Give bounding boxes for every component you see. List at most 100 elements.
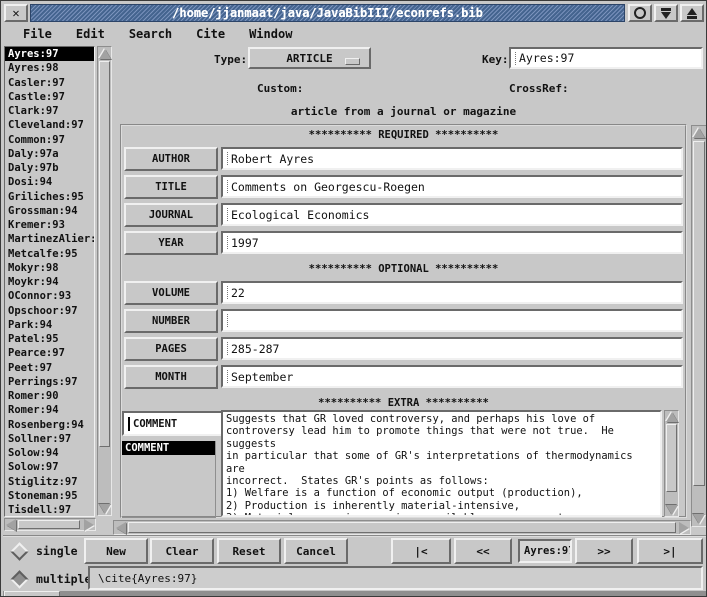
- title-field-button[interactable]: TITLE: [124, 175, 218, 199]
- sidebar-item[interactable]: Cleveland:97: [5, 118, 94, 132]
- sidebar-item[interactable]: Rosenberg:94: [5, 418, 94, 432]
- volume-field[interactable]: 22: [221, 281, 683, 304]
- new-button[interactable]: New: [84, 538, 148, 564]
- sidebar-item[interactable]: Patel:95: [5, 332, 94, 346]
- comment-vscrollbar[interactable]: [664, 410, 679, 517]
- nav-next-button[interactable]: >>: [575, 538, 633, 564]
- sidebar-item[interactable]: Moykr:94: [5, 275, 94, 289]
- minimize-button[interactable]: [654, 4, 678, 22]
- scroll-down-button[interactable]: [665, 504, 678, 516]
- sidebar-item[interactable]: Kremer:93: [5, 218, 94, 232]
- scroll-left-button[interactable]: [5, 519, 17, 530]
- pages-field[interactable]: 285-287: [221, 337, 683, 360]
- sidebar-item[interactable]: Ayres:97: [5, 47, 94, 61]
- sidebar-item[interactable]: Daly:97a: [5, 147, 94, 161]
- journal-field[interactable]: Ecological Economics: [221, 203, 683, 226]
- scrollbar-thumb[interactable]: [99, 61, 110, 447]
- sidebar-item[interactable]: Dosi:94: [5, 175, 94, 189]
- key-field[interactable]: Ayres:97: [509, 47, 703, 69]
- titlebar[interactable]: /home/jjanmaat/java/JavaBibIII/econrefs.…: [30, 4, 625, 22]
- title-field[interactable]: Comments on Georgescu-Roegen: [221, 175, 683, 198]
- form-hscrollbar[interactable]: [113, 520, 691, 535]
- pages-field-button[interactable]: PAGES: [124, 337, 218, 361]
- scroll-right-button[interactable]: [83, 519, 95, 530]
- sidebar-item[interactable]: Ayres:98: [5, 61, 94, 75]
- number-field-button[interactable]: NUMBER: [124, 309, 218, 333]
- sidebar-item[interactable]: Metcalfe:95: [5, 247, 94, 261]
- sidebar-item[interactable]: MartinezAlier:9: [5, 232, 94, 246]
- extra-field-selector[interactable]: COMMENT: [122, 411, 226, 436]
- sidebar-item[interactable]: Daly:97b: [5, 161, 94, 175]
- sidebar-item[interactable]: Tisdell:97: [5, 503, 94, 517]
- sidebar-item[interactable]: Solow:97: [5, 460, 94, 474]
- sidebar-item[interactable]: Romer:94: [5, 403, 94, 417]
- text-cursor: [128, 417, 131, 431]
- single-mode-radio[interactable]: single: [13, 544, 78, 558]
- reset-button[interactable]: Reset: [217, 538, 281, 564]
- number-field[interactable]: [221, 309, 683, 332]
- sidebar-item[interactable]: Sollner:97: [5, 432, 94, 446]
- sidebar-item[interactable]: Pearce:97: [5, 346, 94, 360]
- nav-current-key-field[interactable]: Ayres:97: [518, 539, 572, 563]
- scrollbar-thumb[interactable]: [693, 141, 705, 486]
- menu-search[interactable]: Search: [121, 26, 180, 42]
- sidebar-item[interactable]: Stiglitz:97: [5, 475, 94, 489]
- sidebar-vscrollbar[interactable]: [97, 46, 112, 516]
- scroll-down-button[interactable]: [692, 512, 706, 526]
- sidebar-item[interactable]: Castle:97: [5, 90, 94, 104]
- month-field[interactable]: September: [221, 365, 683, 388]
- year-field-button[interactable]: YEAR: [124, 231, 218, 255]
- sidebar-item[interactable]: Common:97: [5, 133, 94, 147]
- scroll-up-button[interactable]: [665, 411, 678, 423]
- year-field[interactable]: 1997: [221, 231, 683, 254]
- menu-edit[interactable]: Edit: [68, 26, 113, 42]
- nav-first-button[interactable]: |<: [391, 538, 451, 564]
- type-dropdown[interactable]: ARTICLE: [248, 47, 371, 69]
- author-field[interactable]: Robert Ayres: [221, 147, 683, 170]
- sidebar-item[interactable]: Grossman:94: [5, 204, 94, 218]
- sidebar-item[interactable]: Griliches:95: [5, 190, 94, 204]
- scrollbar-thumb[interactable]: [18, 520, 80, 529]
- sidebar-item[interactable]: Stoneman:95: [5, 489, 94, 503]
- arrow-up-icon: [693, 128, 705, 138]
- scroll-up-button[interactable]: [98, 47, 111, 60]
- menu-cite[interactable]: Cite: [188, 26, 233, 42]
- scroll-up-button[interactable]: [692, 126, 706, 140]
- author-field-button[interactable]: AUTHOR: [124, 147, 218, 171]
- menu-window-button[interactable]: [628, 4, 652, 22]
- sidebar-item[interactable]: Solow:94: [5, 446, 94, 460]
- scrollbar-thumb[interactable]: [4, 591, 60, 597]
- comment-textarea[interactable]: Suggests that GR loved controversy, and …: [221, 410, 662, 517]
- sidebar-item[interactable]: Perrings:97: [5, 375, 94, 389]
- scrollbar-thumb[interactable]: [128, 522, 676, 533]
- maximize-button[interactable]: [680, 4, 704, 22]
- sidebar-item[interactable]: Peet:97: [5, 361, 94, 375]
- menu-file[interactable]: File: [15, 26, 60, 42]
- multiple-mode-radio[interactable]: multiple: [13, 572, 91, 586]
- sidebar-item[interactable]: Park:94: [5, 318, 94, 332]
- scroll-down-button[interactable]: [98, 502, 111, 515]
- sidebar-item[interactable]: OConnor:93: [5, 289, 94, 303]
- month-field-button[interactable]: MONTH: [124, 365, 218, 389]
- sidebar-item[interactable]: Clark:97: [5, 104, 94, 118]
- sidebar-item[interactable]: Mokyr:98: [5, 261, 94, 275]
- cite-command-field[interactable]: \cite{Ayres:97}: [88, 566, 703, 590]
- scrollbar-thumb[interactable]: [666, 424, 677, 492]
- menu-window[interactable]: Window: [241, 26, 300, 42]
- bottom-scroll-strip[interactable]: [3, 591, 706, 597]
- journal-field-button[interactable]: JOURNAL: [124, 203, 218, 227]
- close-button[interactable]: ✕: [4, 4, 28, 22]
- volume-field-button[interactable]: VOLUME: [124, 281, 218, 305]
- form-vscrollbar[interactable]: [691, 125, 707, 527]
- clear-button[interactable]: Clear: [150, 538, 214, 564]
- nav-prev-button[interactable]: <<: [454, 538, 512, 564]
- scroll-left-button[interactable]: [114, 521, 127, 534]
- extra-list-item[interactable]: COMMENT: [122, 441, 215, 455]
- sidebar-hscrollbar[interactable]: [4, 518, 96, 531]
- cancel-button[interactable]: Cancel: [284, 538, 348, 564]
- nav-last-button[interactable]: >|: [637, 538, 703, 564]
- scroll-right-button[interactable]: [677, 521, 690, 534]
- sidebar-item[interactable]: Opschoor:97: [5, 304, 94, 318]
- sidebar-item[interactable]: Romer:90: [5, 389, 94, 403]
- sidebar-item[interactable]: Casler:97: [5, 76, 94, 90]
